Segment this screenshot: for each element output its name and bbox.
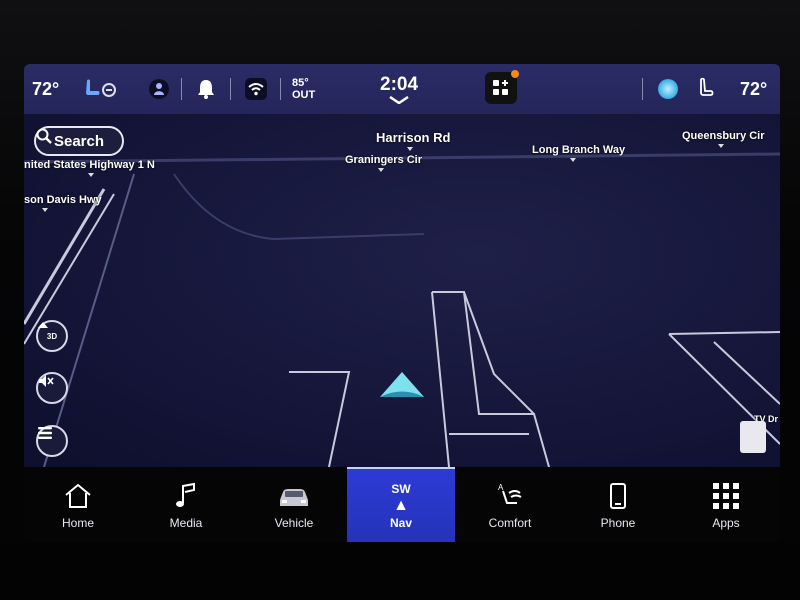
notification-bell-icon[interactable] bbox=[196, 64, 216, 114]
road-label-harrison: Harrison Rd bbox=[376, 130, 451, 145]
notification-badge bbox=[511, 70, 519, 78]
home-icon bbox=[65, 483, 91, 508]
map-menu-button[interactable] bbox=[36, 425, 68, 457]
vehicle-icon bbox=[280, 488, 308, 506]
nav-apps[interactable]: Apps bbox=[672, 467, 780, 542]
menu-icon bbox=[38, 427, 52, 439]
passenger-temp-value: 72° bbox=[740, 78, 768, 99]
search-label: Search bbox=[53, 132, 105, 150]
road-label-graningers: Graningers Cir bbox=[345, 154, 423, 166]
passenger-temp[interactable]: 72° bbox=[740, 64, 767, 114]
navigation-arrow-icon: ▲ bbox=[393, 496, 409, 514]
nav-comfort-label: Comfort bbox=[488, 515, 532, 530]
driver-temp-value: 72° bbox=[32, 78, 60, 99]
clock[interactable]: 2:04 bbox=[380, 64, 418, 114]
nav-phone-label: Phone bbox=[600, 515, 636, 530]
bottom-navigation: Home Media Vehicle SW ▲ Nav A Comfort Ph… bbox=[24, 467, 780, 542]
compass-arrow-icon bbox=[38, 322, 48, 328]
outside-temp: 85° OUT bbox=[292, 64, 315, 114]
nav-vehicle-label: Vehicle bbox=[274, 515, 314, 530]
nav-vehicle[interactable]: Vehicle bbox=[240, 467, 348, 542]
app-grid-icon bbox=[493, 80, 508, 95]
view-mode-button[interactable]: 3D bbox=[36, 320, 68, 352]
app-drawer-button[interactable] bbox=[485, 70, 519, 104]
nav-home[interactable]: Home bbox=[24, 467, 132, 542]
driver-temp[interactable]: 72° bbox=[32, 64, 59, 114]
phone-icon bbox=[610, 482, 626, 509]
compass-heading: SW bbox=[391, 481, 411, 496]
mute-guidance-button[interactable] bbox=[36, 372, 68, 404]
seat-comfort-icon: A bbox=[498, 483, 522, 504]
speaker-mute-icon bbox=[39, 375, 54, 387]
nav-phone[interactable]: Phone bbox=[564, 467, 672, 542]
seat-heat-icon[interactable] bbox=[82, 64, 116, 114]
search-button[interactable]: Search bbox=[34, 126, 124, 156]
driver-profile-icon[interactable] bbox=[148, 64, 170, 114]
view-mode-label: 3D bbox=[46, 331, 58, 341]
nav-navigation-label: Nav bbox=[389, 515, 412, 530]
outside-temp-value: 85° bbox=[292, 77, 309, 89]
nav-apps-label: Apps bbox=[712, 515, 740, 530]
svg-text:A: A bbox=[498, 483, 504, 492]
passenger-seat-icon[interactable] bbox=[696, 64, 716, 114]
road-label-davis: son Davis Hwy bbox=[24, 194, 102, 206]
wifi-icon[interactable] bbox=[244, 64, 268, 114]
nav-home-label: Home bbox=[61, 515, 94, 530]
map-side-panel-tab[interactable] bbox=[740, 421, 766, 453]
road-label-long-branch: Long Branch Way bbox=[532, 144, 626, 156]
outside-temp-label: OUT bbox=[292, 89, 316, 101]
clock-time: 2:04 bbox=[380, 74, 419, 95]
voice-assistant-icon[interactable] bbox=[658, 64, 678, 114]
road-label-queensbury: Queensbury Cir bbox=[682, 130, 765, 142]
nav-navigation[interactable]: SW ▲ Nav bbox=[347, 467, 455, 542]
music-note-icon bbox=[176, 482, 195, 507]
nav-media[interactable]: Media bbox=[132, 467, 240, 542]
navigation-map[interactable]: Search Harrison Rd Graningers Cir Long B… bbox=[24, 114, 780, 467]
chevron-down-icon bbox=[389, 96, 409, 104]
search-icon bbox=[36, 128, 52, 144]
status-bar: 72° 85° OUT 2:04 72° bbox=[24, 64, 780, 114]
app-grid-icon bbox=[713, 482, 739, 509]
infotainment-screen: 72° 85° OUT 2:04 72° Search Harrison Rd … bbox=[24, 64, 780, 542]
nav-media-label: Media bbox=[169, 515, 203, 530]
road-label-us-highway: nited States Highway 1 N bbox=[24, 159, 155, 171]
nav-comfort[interactable]: A Comfort bbox=[456, 467, 564, 542]
